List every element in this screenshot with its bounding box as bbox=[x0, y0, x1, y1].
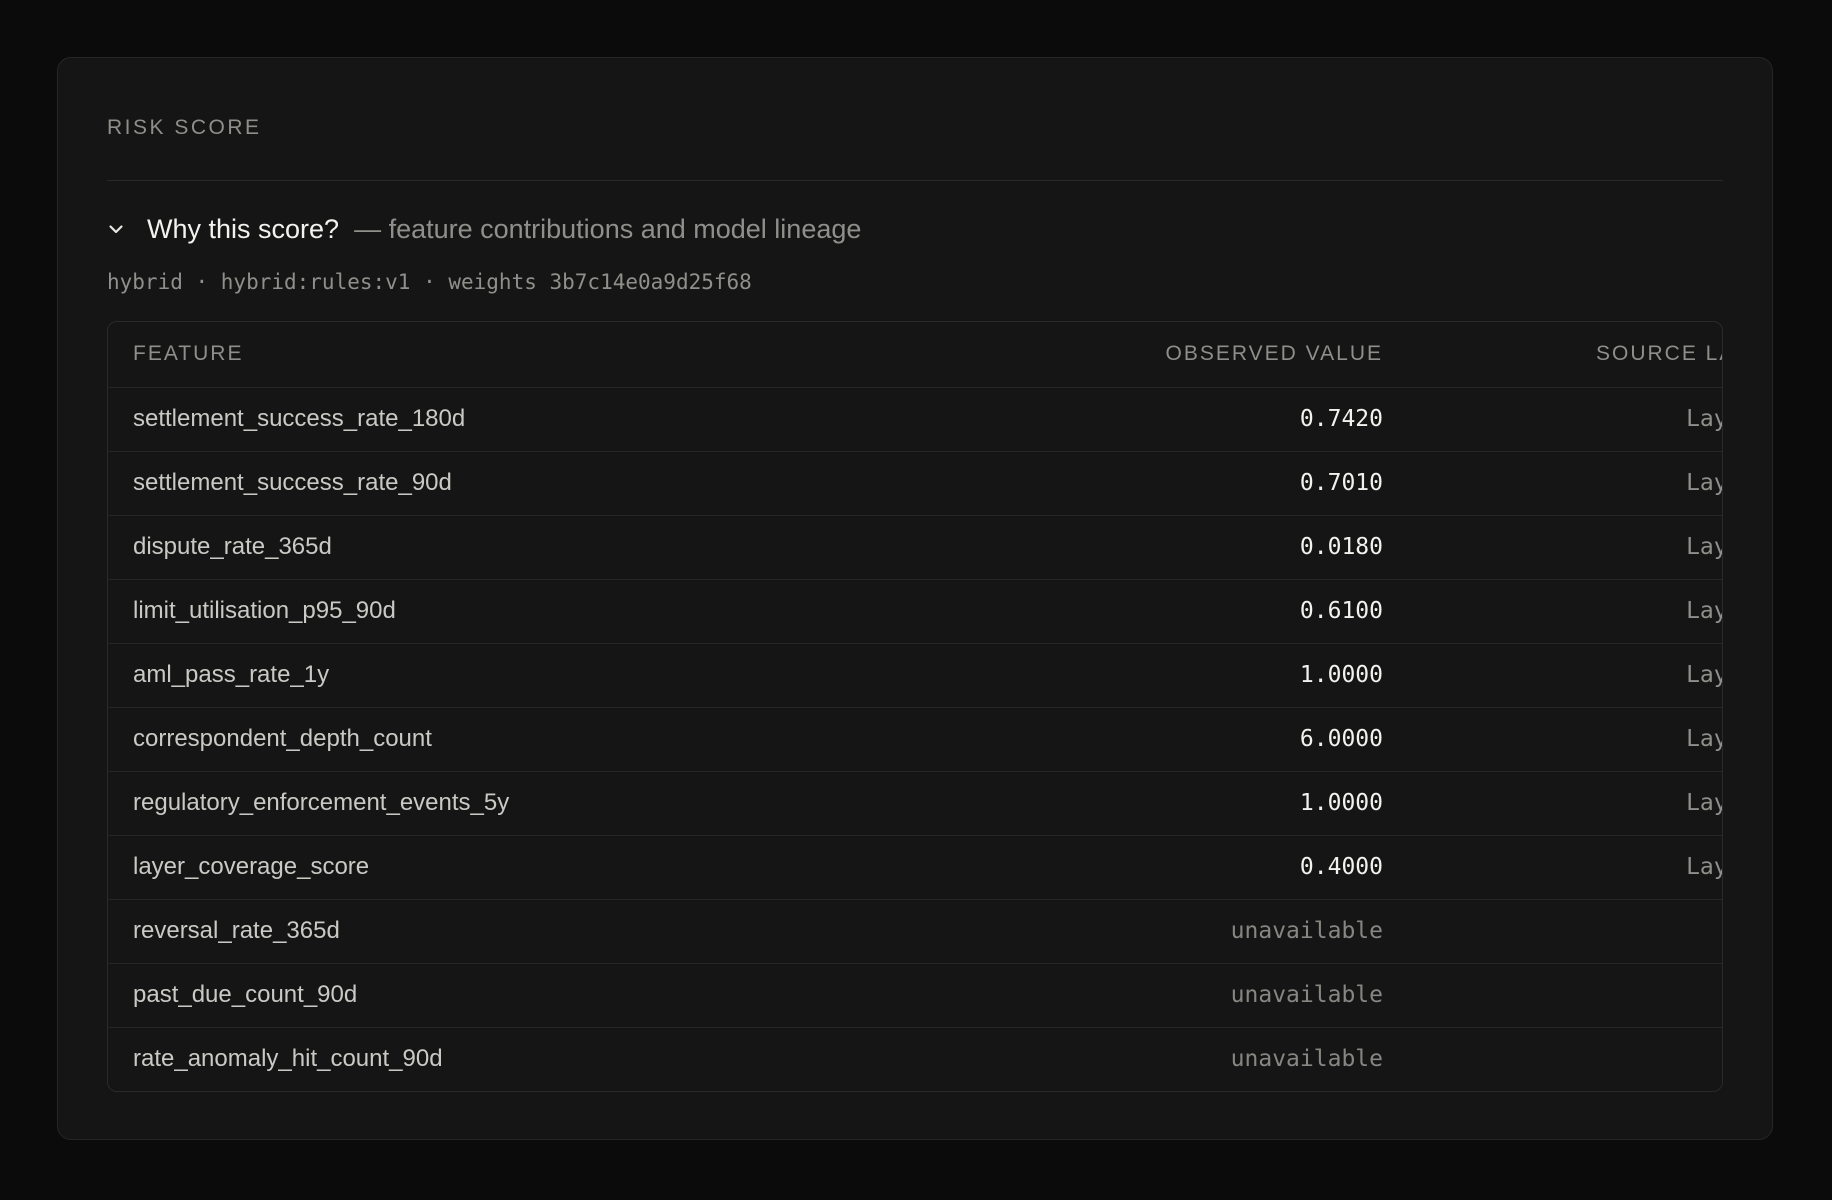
risk-score-card: RISK SCORE Why this score? — feature con… bbox=[57, 57, 1773, 1140]
source-layer: Layer 2 bbox=[1408, 835, 1722, 900]
source-layer: Layer 5 bbox=[1408, 579, 1722, 644]
source-layer: Layer 5 bbox=[1408, 771, 1722, 836]
chevron-down-icon[interactable] bbox=[107, 215, 135, 243]
observed-value: unavailable bbox=[1008, 899, 1408, 964]
feature-name: settlement_success_rate_180d bbox=[108, 387, 1008, 452]
observed-value: unavailable bbox=[1008, 963, 1408, 1028]
table-row: regulatory_enforcement_events_5y 1.0000 La… bbox=[108, 771, 1722, 836]
header-source-layer: SOURCE LAYER bbox=[1408, 322, 1722, 388]
feature-name: reversal_rate_365d bbox=[108, 899, 1008, 964]
source-layer: — bbox=[1408, 1027, 1722, 1091]
table-row: layer_coverage_score0.4000Layer 2 bbox=[108, 835, 1722, 900]
observed-value: 1.0000 bbox=[1008, 643, 1408, 708]
observed-value: 0.6100 bbox=[1008, 579, 1408, 644]
feature-name: correspondent_depth_count bbox=[108, 707, 1008, 772]
source-layer: — bbox=[1408, 963, 1722, 1028]
feature-name: aml_pass_rate_1y bbox=[108, 643, 1008, 708]
source-layer: Layer 5 bbox=[1408, 707, 1722, 772]
table-row: settlement_success_rate_90d0.7010Layer 2 bbox=[108, 451, 1722, 516]
observed-value: 0.0180 bbox=[1008, 515, 1408, 580]
feature-name: rate_anomaly_hit_count_90d bbox=[133, 1045, 443, 1073]
source-layer: Layer 2 bbox=[1408, 451, 1722, 516]
observed-value: 0.7420 bbox=[1008, 387, 1408, 452]
table-row: rate_anomaly_hit_count_90d unavailable — bbox=[108, 1027, 1722, 1091]
source-layer: Layer 2 bbox=[1408, 387, 1722, 452]
table-header-row: FEATURE OBSERVED VALUE SOURCE LAYER bbox=[108, 322, 1722, 388]
header-observed-value: OBSERVED VALUE bbox=[1008, 322, 1408, 388]
table-row: settlement_success_rate_180d0.7420Layer … bbox=[108, 387, 1722, 452]
section-label: RISK SCORE bbox=[107, 116, 262, 139]
why-title[interactable]: Why this score? bbox=[147, 214, 339, 245]
table-row: correspondent_depth_count6.0000Layer 5 bbox=[108, 707, 1722, 772]
table-row: past_due_count_90dunavailable— bbox=[108, 963, 1722, 1028]
table-row: reversal_rate_365dunavailable— bbox=[108, 899, 1722, 964]
observed-value: 6.0000 bbox=[1008, 707, 1408, 772]
feature-name: limit_utilisation_p95_90d bbox=[108, 579, 1008, 644]
feature-name: dispute_rate_365d bbox=[108, 515, 1008, 580]
observed-value: 0.7010 bbox=[1008, 451, 1408, 516]
feature-table: FEATURE OBSERVED VALUE SOURCE LAYER sett… bbox=[107, 321, 1723, 1092]
model-lineage: hybrid · hybrid:rules:v1 · weights 3b7c1… bbox=[107, 270, 752, 294]
observed-value: unavailable bbox=[1230, 1046, 1383, 1073]
source-layer: Layer 5 bbox=[1408, 643, 1722, 708]
header-feature: FEATURE bbox=[108, 322, 1008, 388]
source-layer: — bbox=[1408, 899, 1722, 964]
table-row: aml_pass_rate_1y1.0000Layer 5 bbox=[108, 643, 1722, 708]
source-layer: Layer 2 bbox=[1408, 515, 1722, 580]
feature-name: past_due_count_90d bbox=[108, 963, 1008, 1028]
divider bbox=[107, 180, 1723, 181]
feature-name: regulatory_enforcement_events_5y bbox=[108, 771, 1008, 836]
table-row: dispute_rate_365d0.0180Layer 2 bbox=[108, 515, 1722, 580]
feature-name: settlement_success_rate_90d bbox=[108, 451, 1008, 516]
observed-value: 1.0000 bbox=[1008, 771, 1408, 836]
observed-value: 0.4000 bbox=[1008, 835, 1408, 900]
why-subtitle: — feature contributions and model lineag… bbox=[354, 213, 862, 244]
table-row: limit_utilisation_p95_90d0.6100Layer 5 bbox=[108, 579, 1722, 644]
why-this-score-toggle[interactable]: Why this score? — feature contributions … bbox=[107, 211, 1723, 247]
feature-name: layer_coverage_score bbox=[108, 835, 1008, 900]
